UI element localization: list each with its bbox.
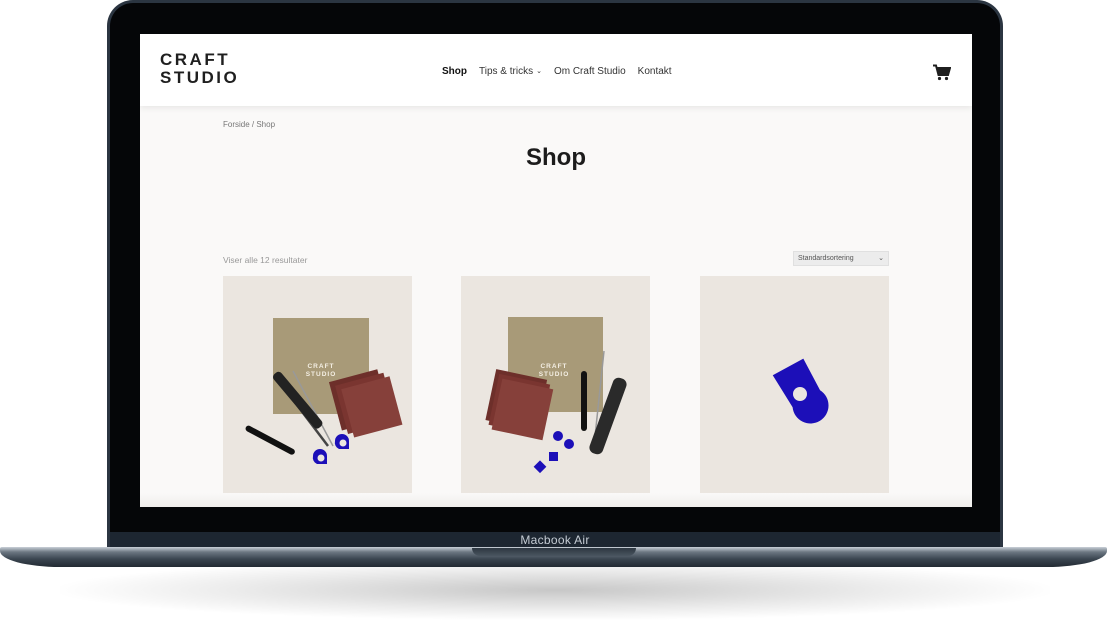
- chevron-down-icon: ⌄: [536, 68, 542, 75]
- device-label: Macbook Air: [520, 533, 590, 547]
- main-nav: Shop Tips & tricks ⌄ Om Craft Studio Kont…: [442, 66, 684, 77]
- page-title: Shop: [526, 144, 586, 171]
- screen: CRAFT STUDIO Shop Tips & tricks ⌄ Om Craf…: [140, 34, 972, 507]
- site-header: CRAFT STUDIO Shop Tips & tricks ⌄ Om Craf…: [140, 34, 972, 106]
- product-box-label-2: STUDIO: [539, 371, 570, 378]
- chevron-down-icon: ⌄: [878, 255, 884, 262]
- logo-line-1: CRAFT: [160, 50, 231, 69]
- nav-item-tips[interactable]: Tips & tricks ⌄: [479, 66, 542, 77]
- screen-bottom-fade: [140, 493, 972, 507]
- results-count: Viser alle 12 resultater: [223, 255, 308, 265]
- product-image: CRAFT STUDIO: [485, 317, 627, 474]
- nav-item-shop[interactable]: Shop: [442, 66, 467, 77]
- product-card[interactable]: CRAFT STUDIO: [461, 276, 650, 493]
- site-logo[interactable]: CRAFT STUDIO: [160, 51, 239, 87]
- laptop-shadow: [60, 560, 1050, 620]
- laptop-notch: [472, 548, 636, 556]
- product-image: CRAFT STUDIO: [245, 318, 403, 464]
- product-card[interactable]: [700, 276, 889, 493]
- product-box-label-2: STUDIO: [306, 371, 337, 378]
- nav-item-tips-label: Tips & tricks: [479, 66, 534, 77]
- nav-item-about[interactable]: Om Craft Studio: [554, 66, 626, 77]
- product-box-label-1: CRAFT: [307, 363, 334, 370]
- breadcrumb[interactable]: Forside / Shop: [223, 120, 275, 129]
- sort-selected-value: Standardsortering: [798, 255, 854, 262]
- shopping-cart-icon[interactable]: [933, 64, 951, 81]
- sort-select[interactable]: Standardsortering ⌄: [793, 251, 889, 266]
- product-box-label-1: CRAFT: [540, 363, 567, 370]
- nav-item-contact[interactable]: Kontakt: [638, 66, 672, 77]
- product-card[interactable]: CRAFT STUDIO: [223, 276, 412, 493]
- product-image: [772, 358, 829, 424]
- logo-line-2: STUDIO: [160, 68, 240, 87]
